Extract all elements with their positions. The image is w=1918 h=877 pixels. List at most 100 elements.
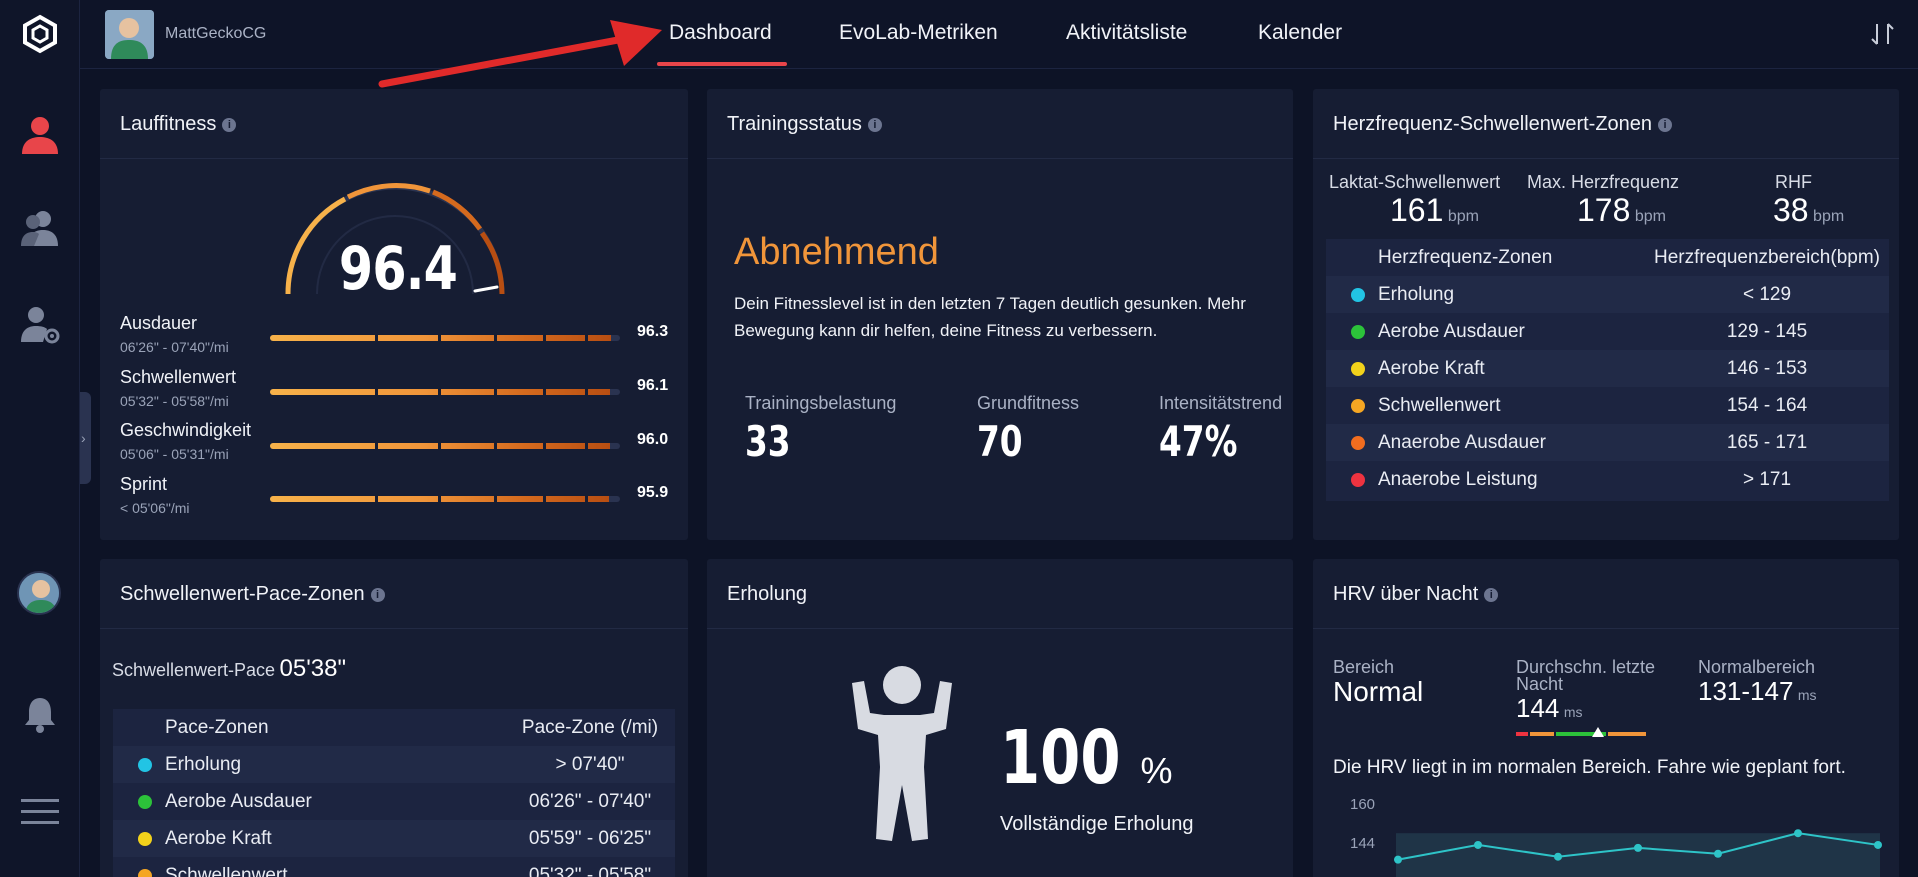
- table-row: Aerobe Kraft 05'59" - 06'25": [113, 820, 675, 857]
- y-tick-label: 144: [1350, 835, 1376, 852]
- y-tick-label: 160: [1350, 796, 1376, 813]
- sort-icon[interactable]: [1870, 20, 1896, 48]
- table-row: Aerobe Kraft 146 - 153: [1326, 350, 1889, 387]
- zone-dot: [1351, 362, 1365, 376]
- sidebar: [0, 0, 80, 877]
- pace-zone-table: Pace-Zonen Pace-Zone (/mi) Erholung > 07…: [113, 709, 675, 877]
- card-title: Trainingsstatus: [727, 113, 862, 135]
- stat-value: 70: [977, 417, 1023, 466]
- bar-segment-divider: [494, 335, 497, 341]
- zone-range: 05'32" - 05'58": [528, 865, 652, 877]
- bar-segment-divider: [375, 496, 378, 502]
- hr-stat-value: 178: [1577, 192, 1631, 228]
- menu-icon[interactable]: [18, 790, 62, 834]
- info-icon[interactable]: i: [867, 118, 882, 132]
- users-icon[interactable]: [18, 206, 62, 250]
- header-avatar[interactable]: [105, 10, 154, 59]
- hrv-data-point[interactable]: [1714, 849, 1722, 858]
- info-icon[interactable]: i: [222, 118, 237, 132]
- hrv-data-point[interactable]: [1474, 840, 1482, 849]
- card-title: Herzfrequenz-Schwellenwert-Zonen: [1333, 113, 1653, 135]
- hrv-data-point[interactable]: [1394, 855, 1402, 864]
- tab-kalender[interactable]: Kalender: [1258, 21, 1342, 45]
- username[interactable]: MattGeckoCG: [165, 25, 266, 43]
- card-title: Lauffitness: [120, 113, 217, 135]
- table-row: Anaerobe Leistung > 171: [1326, 461, 1889, 498]
- hrv-stat-unit: ms: [1563, 704, 1583, 720]
- pace-value: 05'38": [279, 655, 347, 682]
- stat-value: 47%: [1159, 417, 1238, 466]
- metric-name: Sprint: [120, 474, 168, 494]
- zone-range: 129 - 145: [1726, 321, 1808, 342]
- zone-range: 146 - 153: [1726, 358, 1808, 379]
- avatar[interactable]: [17, 571, 61, 615]
- zone-name: Anaerobe Leistung: [1378, 469, 1538, 490]
- fitness-score: 96.4: [338, 234, 458, 304]
- zone-name: Anaerobe Ausdauer: [1378, 432, 1546, 453]
- zone-range: > 07'40": [555, 754, 625, 775]
- zone-dot: [138, 832, 152, 846]
- column-header: Pace-Zonen: [165, 717, 269, 738]
- active-tab-indicator: [657, 62, 787, 66]
- trainingsstatus-card: Trainingsstatus i Abnehmend Dein Fitnessl…: [707, 89, 1293, 540]
- recovery-label: Vollständige Erholung: [1000, 813, 1194, 835]
- user-icon[interactable]: [18, 112, 62, 156]
- metric-name: Ausdauer: [120, 313, 198, 333]
- user-settings-icon[interactable]: [18, 302, 62, 346]
- metric-range: 05'32" - 05'58"/mi: [120, 393, 229, 409]
- column-header: Herzfrequenzbereich(bpm): [1654, 247, 1880, 268]
- info-icon[interactable]: i: [370, 588, 385, 602]
- bar-segment-divider: [543, 496, 546, 502]
- hrv-stat-value: 131-147: [1698, 676, 1794, 706]
- status-title: Abnehmend: [734, 231, 939, 273]
- sidebar-collapse-handle[interactable]: ›: [80, 392, 91, 484]
- hrv-data-point[interactable]: [1874, 840, 1882, 849]
- hrv-stat-value: Normal: [1333, 676, 1424, 707]
- hrv-data-point[interactable]: [1634, 843, 1642, 852]
- hrv-stat-label: Bereich: [1333, 657, 1395, 677]
- hrv-data-point[interactable]: [1554, 852, 1562, 861]
- lauffitness-card: Lauffitness i 96.4 Ausdauer 06'26" - 07'4…: [100, 89, 688, 540]
- hrv-stat-label: Durchschn. letzte Nacht: [1516, 657, 1656, 694]
- hrv-range-bar: [1516, 727, 1646, 737]
- hr-stat-unit: bpm: [1447, 208, 1479, 225]
- pace-label: Schwellenwert-Pace: [112, 660, 276, 680]
- logo-icon[interactable]: [20, 14, 60, 54]
- hrv-card: HRV über Nacht i Bereich Normal Durchschn…: [1313, 559, 1899, 877]
- table-row: Erholung > 07'40": [113, 746, 675, 783]
- tab-aktivitaetsliste[interactable]: Aktivitätsliste: [1066, 21, 1187, 45]
- tab-evolab-metriken[interactable]: EvoLab-Metriken: [839, 21, 998, 45]
- hrv-data-point[interactable]: [1794, 829, 1802, 838]
- pace-zones-card: Schwellenwert-Pace-Zonen i Schwellenwert-…: [100, 559, 688, 877]
- recovery-value: 100: [1000, 715, 1121, 801]
- zone-dot: [1351, 288, 1365, 302]
- tab-dashboard[interactable]: Dashboard: [669, 21, 772, 45]
- metric-value: 96.1: [637, 377, 669, 394]
- zone-range: > 171: [1742, 469, 1792, 490]
- info-icon[interactable]: i: [1484, 588, 1499, 602]
- bar-segment-divider: [375, 389, 378, 395]
- zone-dot: [138, 795, 152, 809]
- metric-bar: [270, 335, 620, 341]
- bar-segment-divider: [438, 335, 441, 341]
- hrv-message: Die HRV liegt in im normalen Bereich. Fa…: [1333, 757, 1846, 778]
- zone-range: 165 - 171: [1726, 432, 1808, 453]
- zone-range: 154 - 164: [1726, 395, 1808, 416]
- zone-name: Aerobe Ausdauer: [165, 791, 312, 812]
- bar-segment-divider: [438, 389, 441, 395]
- bell-icon[interactable]: [18, 692, 62, 736]
- info-icon[interactable]: i: [1658, 118, 1673, 132]
- hr-stat-value: 38: [1773, 192, 1809, 228]
- metric-bar: [270, 496, 620, 502]
- hr-zone-table: Herzfrequenz-Zonen Herzfrequenzbereich(b…: [1326, 239, 1889, 501]
- hrv-stat-label: Normalbereich: [1698, 657, 1816, 677]
- erholung-card: Erholung 100% Vollständige Erholung: [707, 559, 1293, 877]
- metric-value: 95.9: [637, 484, 669, 501]
- hrv-stat-unit: ms: [1797, 687, 1817, 703]
- bar-segment-divider: [438, 496, 441, 502]
- zone-dot: [1351, 399, 1365, 413]
- bar-segment-divider: [585, 496, 588, 502]
- table-row: Schwellenwert 154 - 164: [1326, 387, 1889, 424]
- recovery-unit: %: [1140, 750, 1173, 791]
- zone-name: Schwellenwert: [1378, 395, 1501, 416]
